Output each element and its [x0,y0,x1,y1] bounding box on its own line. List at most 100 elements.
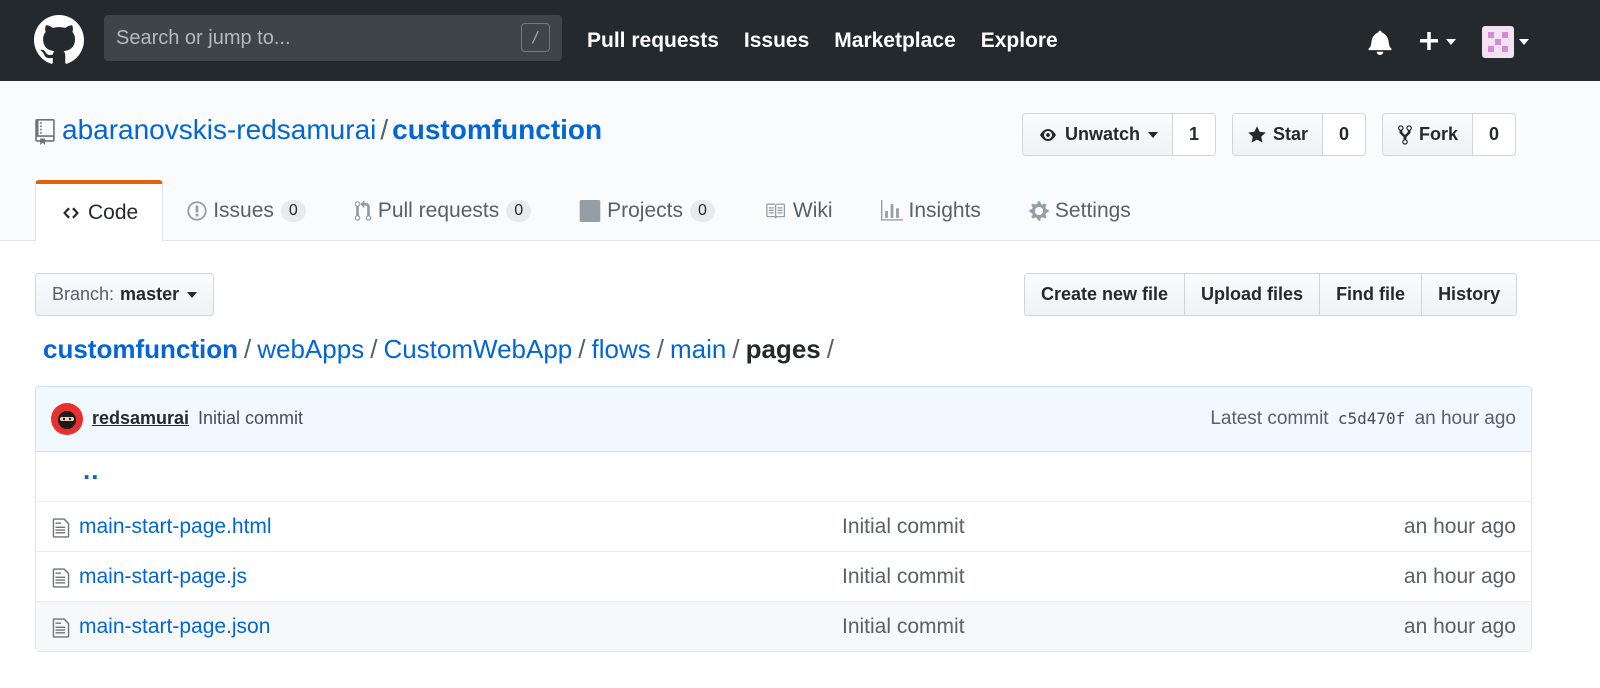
git-pull-request-icon [354,200,372,221]
branch-name: master [120,284,180,304]
file-icon [52,618,70,638]
book-icon [766,203,785,219]
breadcrumb-separator: / [826,334,834,364]
nav-pull-requests[interactable]: Pull requests [587,29,719,53]
commit-message-link[interactable]: Initial commit [198,408,303,429]
watchers-count[interactable]: 1 [1173,114,1216,155]
tab-settings[interactable]: Settings [1005,180,1155,242]
gear-icon [1029,201,1049,221]
file-row: main-start-page.json Initial commit an h… [36,601,1531,651]
file-commit-message[interactable]: Initial commit [842,615,965,639]
tab-wiki-label: Wiki [792,199,833,222]
file-name-link[interactable]: main-start-page.js [79,565,247,589]
latest-commit-label: Latest commit [1210,408,1329,429]
find-file-button[interactable]: Find file [1319,274,1422,315]
tab-pull-requests[interactable]: Pull requests 0 [330,180,555,242]
issues-counter: 0 [280,200,306,222]
file-age: an hour ago [1403,615,1516,638]
projects-counter: 0 [689,200,715,222]
file-commit-message[interactable]: Initial commit [842,515,965,539]
nav-marketplace[interactable]: Marketplace [834,29,955,53]
file-name-link[interactable]: main-start-page.html [79,515,272,539]
top-header: / Pull requests Issues Marketplace Explo… [0,0,1600,81]
latest-commit-info: Latest commit c5d470f an hour ago [1210,408,1516,430]
breadcrumb-separator: / [578,334,586,364]
nav-explore[interactable]: Explore [981,29,1058,53]
commit-author-link[interactable]: redsamurai [92,408,189,429]
breadcrumb-current: pages [745,334,821,364]
tab-insights[interactable]: Insights [857,180,1005,242]
file-commit-message[interactable]: Initial commit [842,565,965,589]
github-logo-icon[interactable] [34,15,84,65]
breadcrumb-link-main[interactable]: main [670,334,726,364]
repo-header: abaranovskis-redsamurai / customfunction U… [0,81,1600,242]
breadcrumb-link-flows[interactable]: flows [592,334,651,364]
watch-group: Unwatch 1 [1022,113,1217,156]
issue-opened-icon [187,201,207,221]
nav-issues[interactable]: Issues [744,29,809,53]
forks-count[interactable]: 0 [1473,114,1516,155]
repo-name-link[interactable]: customfunction [392,114,602,145]
global-nav: Pull requests Issues Marketplace Explore [587,0,1083,81]
code-icon [63,206,79,219]
stargazers-count[interactable]: 0 [1323,114,1366,155]
parent-dir-row: .. [36,451,1531,501]
tab-code[interactable]: Code [35,180,164,242]
breadcrumb-separator: / [656,334,664,364]
create-new-file-button[interactable]: Create new file [1025,274,1185,315]
search-input[interactable] [116,15,496,61]
breadcrumb-separator: / [244,334,252,364]
star-label: Star [1273,124,1309,144]
breadcrumb-root-link[interactable]: customfunction [43,334,238,364]
star-group: Star 0 [1232,113,1367,156]
file-actions-group: Create new file Upload files Find file H… [1024,273,1518,316]
tab-issues[interactable]: Issues 0 [163,180,330,242]
commit-sha-link[interactable]: c5d470f [1338,409,1405,428]
tab-wiki[interactable]: Wiki [739,180,857,242]
file-age: an hour ago [1403,565,1516,588]
file-icon [52,568,70,588]
notifications-bell-icon[interactable] [1367,29,1393,55]
file-row: main-start-page.html Initial commit an h… [36,501,1531,551]
tab-pull-requests-label: Pull requests [377,199,500,222]
repo-actions: Unwatch 1 Star 0 Fork 0 [1022,113,1517,156]
chevron-down-icon [1148,131,1159,138]
star-button[interactable]: Star [1233,114,1324,155]
fork-button[interactable]: Fork [1383,114,1474,155]
latest-commit-bar: redsamurai Initial commit Latest commit … [35,386,1532,452]
history-button[interactable]: History [1421,274,1517,315]
branch-label: Branch: [52,284,115,304]
graph-icon [880,200,903,221]
search-shortcut-key: / [521,23,550,52]
tab-code-label: Code [88,200,139,224]
breadcrumb-link-customwebapp[interactable]: CustomWebApp [383,334,572,364]
chevron-down-icon [187,291,198,298]
tab-insights-label: Insights [908,199,981,222]
breadcrumb-link-webapps[interactable]: webApps [257,334,364,364]
parent-dir-link[interactable]: .. [83,455,99,486]
repo-icon [35,119,55,145]
star-icon [1248,125,1266,142]
author-avatar[interactable] [51,403,83,435]
project-icon [579,200,601,222]
repo-owner-link[interactable]: abaranovskis-redsamurai [62,114,376,145]
unwatch-button[interactable]: Unwatch [1023,114,1174,155]
repo-title-separator: / [380,114,389,145]
tab-settings-label: Settings [1054,199,1131,222]
fork-group: Fork 0 [1382,113,1517,156]
file-name-link[interactable]: main-start-page.json [79,615,270,639]
tab-projects[interactable]: Projects 0 [555,180,739,242]
breadcrumb: customfunction / webApps / CustomWebApp / flow… [43,334,840,365]
create-new-plus-icon[interactable] [1418,26,1466,56]
pull-requests-counter: 0 [506,200,532,222]
eye-icon [1040,128,1056,141]
branch-select-button[interactable]: Branch: master [35,273,215,316]
tab-projects-label: Projects [607,199,683,222]
repo-title: abaranovskis-redsamurai / customfunction [62,114,602,146]
tab-issues-label: Issues [213,199,274,222]
fork-icon [1398,124,1412,145]
breadcrumb-separator: / [732,334,740,364]
upload-files-button[interactable]: Upload files [1184,274,1320,315]
user-avatar-menu-icon[interactable] [1482,26,1534,58]
commit-age: an hour ago [1414,408,1516,429]
